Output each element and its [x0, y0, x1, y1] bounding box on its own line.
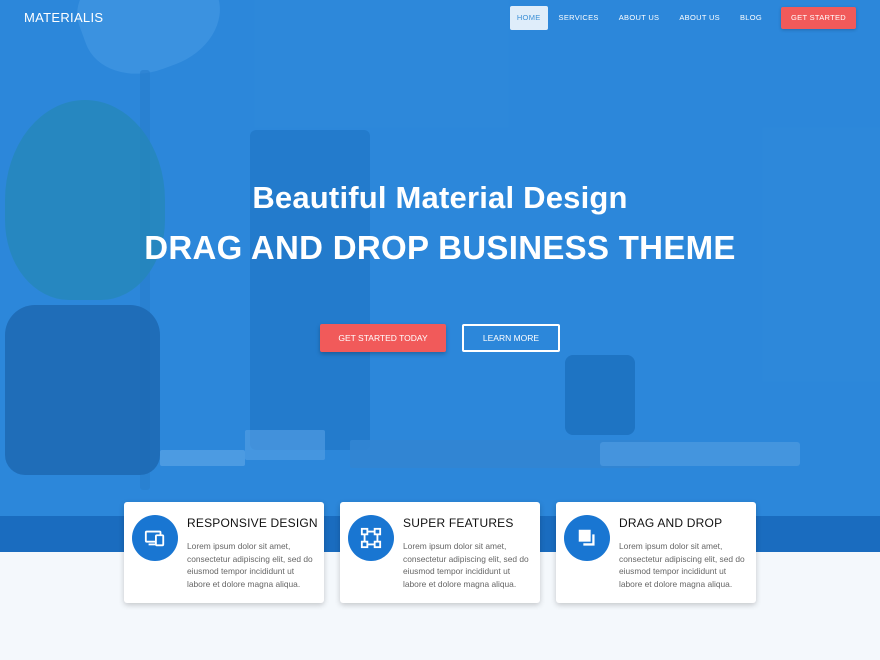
site-logo[interactable]: MATERIALIS	[24, 10, 103, 25]
responsive-devices-icon	[132, 515, 178, 561]
hero-section: MATERIALIS HOME SERVICES ABOUT US ABOUT …	[0, 0, 880, 552]
feature-description: Lorem ipsum dolor sit amet, consectetur …	[403, 541, 529, 589]
feature-title: SUPER FEATURES	[403, 516, 514, 530]
get-started-today-button[interactable]: GET STARTED TODAY	[320, 324, 446, 352]
hero-color-overlay	[0, 0, 880, 552]
feature-title: DRAG AND DROP	[619, 516, 723, 530]
learn-more-button[interactable]: LEARN MORE	[462, 324, 560, 352]
hero-subtitle: DRAG AND DROP BUSINESS THEME	[144, 229, 736, 266]
nav-home[interactable]: HOME	[509, 6, 548, 30]
layers-icon	[564, 515, 610, 561]
hero-title: Beautiful Material Design	[252, 180, 628, 215]
nav-about-us-2[interactable]: ABOUT US	[670, 6, 729, 30]
feature-card-super-features: SUPER FEATURES Lorem ipsum dolor sit ame…	[340, 502, 540, 603]
get-started-button[interactable]: GET STARTED	[781, 7, 856, 29]
feature-description: Lorem ipsum dolor sit amet, consectetur …	[187, 541, 313, 589]
nav-services[interactable]: SERVICES	[550, 6, 608, 30]
nav-about-us[interactable]: ABOUT US	[610, 6, 669, 30]
main-navigation: HOME SERVICES ABOUT US ABOUT US BLOG GET…	[509, 6, 856, 30]
feature-title: RESPONSIVE DESIGN	[187, 516, 318, 530]
nav-blog[interactable]: BLOG	[731, 6, 771, 30]
vector-square-icon	[348, 515, 394, 561]
feature-description: Lorem ipsum dolor sit amet, consectetur …	[619, 541, 745, 589]
feature-card-drag-and-drop: DRAG AND DROP Lorem ipsum dolor sit amet…	[556, 502, 756, 603]
feature-card-responsive: RESPONSIVE DESIGN Lorem ipsum dolor sit …	[124, 502, 324, 603]
